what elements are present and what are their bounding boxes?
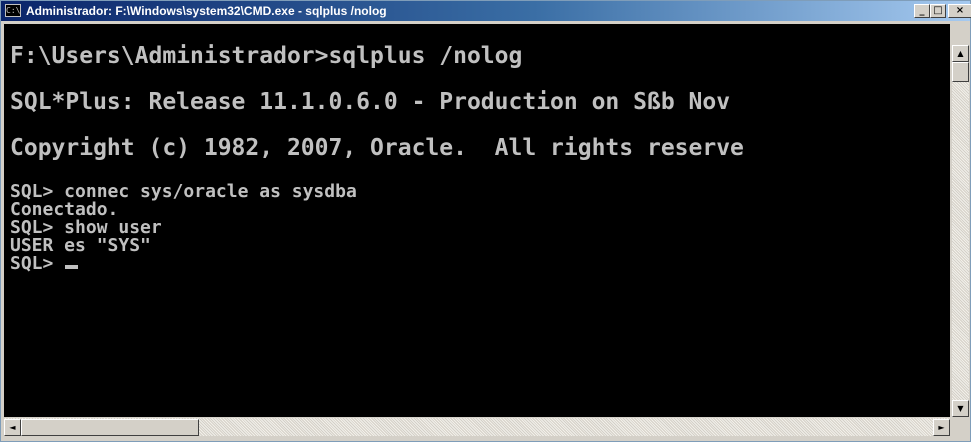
cmd-app-icon[interactable]: C:\	[5, 4, 21, 17]
window-title: Administrador: F:\Windows\system32\CMD.e…	[26, 4, 387, 18]
horizontal-scroll-thumb[interactable]	[21, 419, 199, 436]
title-bar[interactable]: C:\ Administrador: F:\Windows\system32\C…	[1, 1, 971, 21]
scroll-up-button[interactable]: ▲	[952, 45, 969, 62]
text-cursor	[65, 265, 79, 269]
resize-grip[interactable]	[952, 419, 969, 437]
vertical-scrollbar-track[interactable]	[952, 45, 969, 417]
console-output[interactable]: F:\Users\Administrador>sqlplus /nolog SQ…	[4, 24, 950, 417]
scroll-left-button[interactable]: ◄	[4, 419, 21, 436]
console-line-prompt-command: F:\Users\Administrador>sqlplus /nolog	[10, 43, 523, 69]
scroll-right-button[interactable]: ►	[933, 419, 950, 436]
console-line-current-prompt[interactable]: SQL>	[10, 253, 79, 274]
maximize-button[interactable]: □	[930, 4, 946, 18]
close-button[interactable]: ×	[948, 4, 971, 18]
console-line-copyright: Copyright (c) 1982, 2007, Oracle. All ri…	[10, 135, 744, 161]
scroll-down-button[interactable]: ▼	[952, 400, 969, 417]
prompt-text: SQL>	[10, 253, 65, 274]
console-line-sqlplus-banner: SQL*Plus: Release 11.1.0.6.0 - Productio…	[10, 89, 731, 115]
vertical-scroll-thumb[interactable]	[952, 62, 969, 82]
minimize-button[interactable]: _	[914, 4, 930, 18]
